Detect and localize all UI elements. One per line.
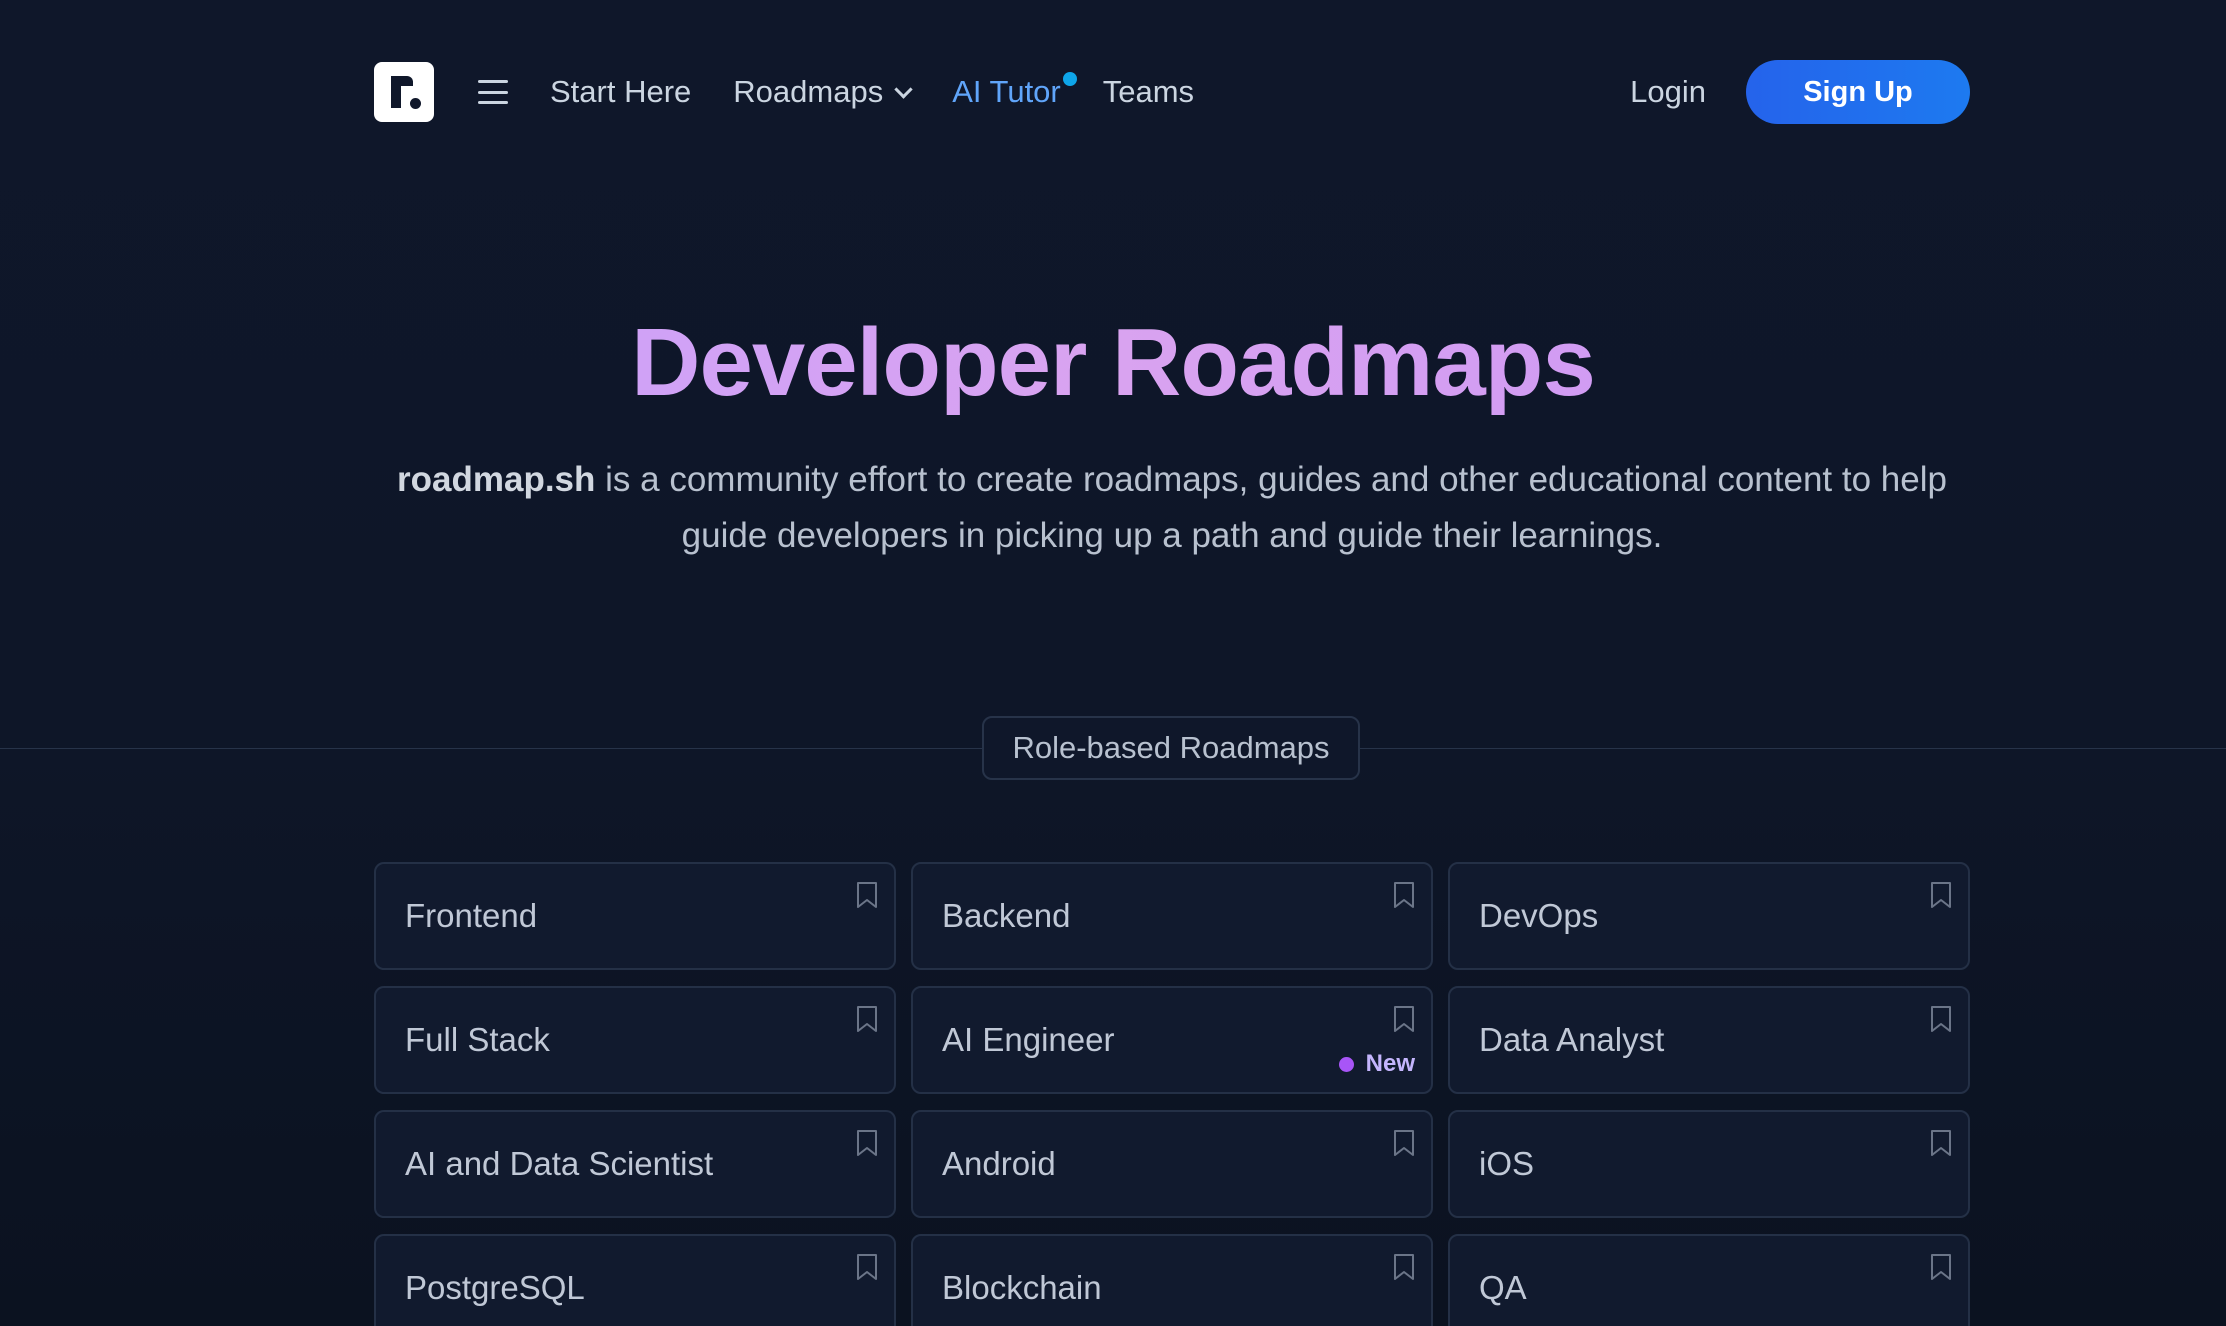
roadmap-card-ios[interactable]: iOS (1448, 1110, 1970, 1218)
new-badge-label: New (1365, 1050, 1415, 1077)
roadmap-card-title: Full Stack (405, 1021, 550, 1058)
bookmark-icon[interactable] (1391, 1004, 1417, 1034)
bookmark-icon[interactable] (1391, 1252, 1417, 1282)
brand-name: roadmap.sh (397, 460, 596, 499)
hero-description: roadmap.sh is a community effort to crea… (380, 452, 1964, 564)
roadmap-card-ai-data-scientist[interactable]: AI and Data Scientist (374, 1110, 896, 1218)
roadmap-grid: Frontend Backend DevOps Full Stack AI En… (374, 862, 1970, 1326)
roadmap-card-title: Blockchain (942, 1269, 1102, 1306)
nav-link-teams[interactable]: Teams (1103, 74, 1194, 110)
bookmark-icon[interactable] (1928, 1004, 1954, 1034)
page-title: Developer Roadmaps (0, 304, 2226, 422)
roadmap-card-full-stack[interactable]: Full Stack (374, 986, 896, 1094)
roadmap-card-title: PostgreSQL (405, 1269, 585, 1306)
roadmap-card-title: DevOps (1479, 897, 1599, 934)
roadmap-card-data-analyst[interactable]: Data Analyst (1448, 986, 1970, 1094)
notification-dot-icon (1062, 72, 1077, 86)
roadmap-card-title: Data Analyst (1479, 1021, 1665, 1058)
new-dot-icon (1338, 1056, 1354, 1072)
bookmark-icon[interactable] (854, 1128, 880, 1158)
roadmap-card-postgresql[interactable]: PostgreSQL (374, 1234, 896, 1326)
logo-glyph-arm (391, 76, 413, 86)
logo-glyph-dot (410, 98, 421, 109)
roadmap-card-blockchain[interactable]: Blockchain (911, 1234, 1433, 1326)
roadmap-card-title: AI Engineer (942, 1021, 1115, 1058)
hamburger-menu-icon[interactable] (478, 80, 508, 104)
bookmark-icon[interactable] (1928, 1128, 1954, 1158)
roadmap-card-android[interactable]: Android (911, 1110, 1433, 1218)
chevron-down-icon (894, 80, 913, 99)
roadmap-card-ai-engineer[interactable]: AI Engineer New (911, 986, 1433, 1094)
nav-link-roadmaps[interactable]: Roadmaps (733, 74, 913, 110)
roadmap-card-backend[interactable]: Backend (911, 862, 1433, 970)
top-navigation: Start Here Roadmaps AI Tutor Teams Login… (374, 60, 1970, 124)
hero-description-text: is a community effort to create roadmaps… (595, 460, 1947, 555)
bookmark-icon[interactable] (1928, 1252, 1954, 1282)
new-badge: New (1338, 1050, 1415, 1078)
roadmap-logo[interactable] (374, 62, 434, 122)
roadmap-card-frontend[interactable]: Frontend (374, 862, 896, 970)
signup-button[interactable]: Sign Up (1746, 60, 1970, 124)
roadmap-card-title: Android (942, 1145, 1056, 1182)
bookmark-icon[interactable] (854, 1004, 880, 1034)
roadmap-card-qa[interactable]: QA (1448, 1234, 1970, 1326)
roadmap-card-title: iOS (1479, 1145, 1535, 1182)
bookmark-icon[interactable] (854, 1252, 880, 1282)
bookmark-icon[interactable] (1928, 880, 1954, 910)
nav-link-roadmaps-label: Roadmaps (733, 74, 884, 109)
auth-actions: Login Sign Up (1630, 60, 1970, 124)
bookmark-icon[interactable] (854, 880, 880, 910)
roadmap-card-title: QA (1479, 1269, 1527, 1306)
roadmap-card-devops[interactable]: DevOps (1448, 862, 1970, 970)
roadmap-card-title: Backend (942, 897, 1071, 934)
roadmap-card-title: Frontend (405, 897, 538, 934)
roadmap-card-title: AI and Data Scientist (405, 1145, 714, 1182)
nav-link-ai-tutor-label: AI Tutor (952, 74, 1061, 109)
bookmark-icon[interactable] (1391, 880, 1417, 910)
bookmark-icon[interactable] (1391, 1128, 1417, 1158)
section-label-role-based: Role-based Roadmaps (982, 716, 1360, 780)
login-link[interactable]: Login (1630, 74, 1706, 110)
nav-link-start-here[interactable]: Start Here (550, 74, 691, 110)
nav-link-ai-tutor[interactable]: AI Tutor (952, 72, 1077, 110)
